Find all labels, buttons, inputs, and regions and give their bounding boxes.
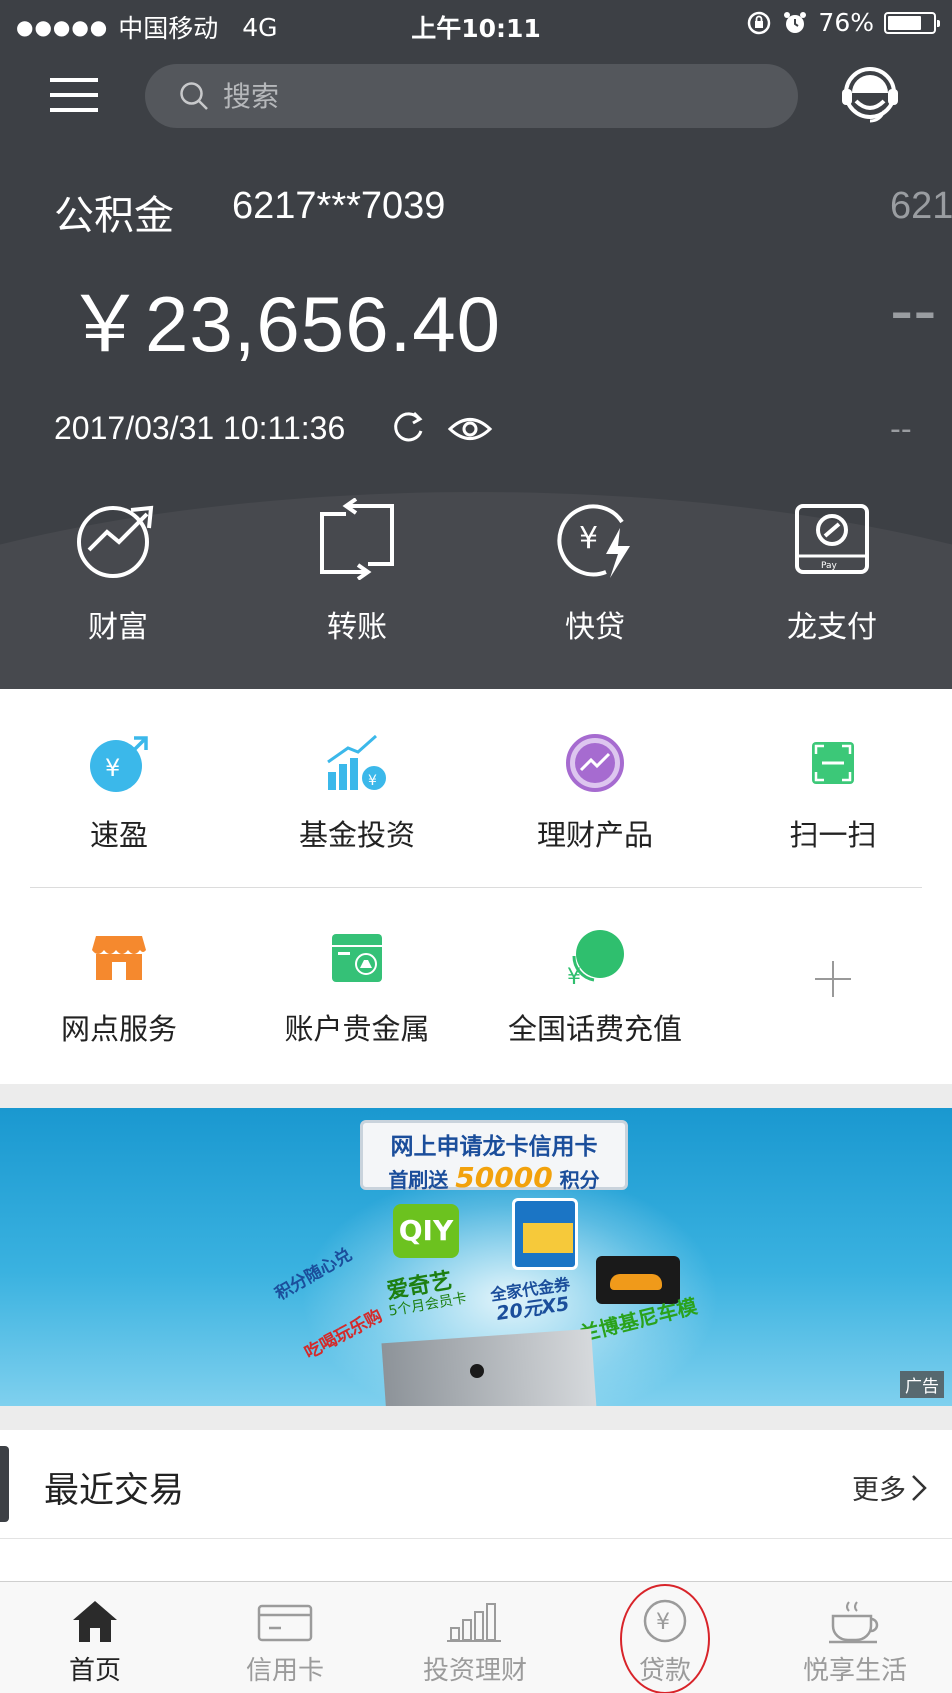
scan-icon	[812, 742, 854, 784]
recent-transactions-header: 最近交易 更多	[0, 1430, 952, 1538]
alarm-icon	[784, 11, 807, 33]
quick-action-long-pay[interactable]: Pay 龙支付	[732, 498, 932, 646]
service-suying[interactable]: ¥ 速盈	[0, 732, 238, 854]
search-bar[interactable]	[145, 64, 798, 128]
banner-subtitle: 首刷送 50000 积分	[363, 1161, 625, 1194]
home-icon	[73, 1601, 117, 1642]
precious-metal-icon	[332, 934, 382, 982]
service-fund[interactable]: ¥ 基金投资	[238, 732, 476, 854]
banner-sub-prefix: 首刷送	[388, 1168, 449, 1192]
banner-sub-suffix: 积分	[559, 1168, 600, 1192]
banner-signboard: 网上申请龙卡信用卡 首刷送 50000 积分	[360, 1120, 628, 1194]
account-balance: ￥23,656.40	[66, 280, 502, 368]
account-type: 公积金	[54, 193, 174, 239]
quick-action-quick-loan[interactable]: ¥ 快贷	[495, 498, 695, 646]
tab-investment[interactable]: 投资理财	[380, 1598, 570, 1687]
tab-bar: 首页 信用卡 投资理财 ¥ 贷款 悦享生活	[0, 1581, 952, 1693]
credit-card-stack-image	[381, 1328, 597, 1406]
banner-points: 50000	[455, 1161, 553, 1194]
orientation-lock-icon	[748, 11, 771, 34]
account-number: 6217***7039	[232, 185, 446, 227]
ad-tag: 广告	[900, 1371, 944, 1398]
branch-icon	[92, 936, 146, 980]
quick-action-label: 龙支付	[787, 610, 877, 645]
transfer-icon	[320, 498, 394, 580]
service-precious-metal[interactable]: 账户贵金属	[238, 926, 476, 1048]
add-icon	[815, 961, 851, 997]
more-link[interactable]: 更多	[852, 1468, 928, 1507]
quick-action-wealth[interactable]: 财富	[18, 498, 218, 646]
service-grid: ¥ 速盈 ¥ 基金投资 理财产品 扫一扫 网点服务 账户贵金属 ¥ 全国话费充值	[0, 689, 952, 1084]
svg-text:¥: ¥	[368, 773, 377, 789]
eye-icon[interactable]	[447, 412, 493, 446]
quick-action-label: 转账	[327, 610, 387, 645]
tab-lifestyle[interactable]: 悦享生活	[760, 1598, 950, 1687]
refresh-icon[interactable]	[389, 409, 427, 447]
svg-text:¥: ¥	[105, 754, 120, 782]
battery-level	[888, 15, 922, 30]
service-label: 全国话费充值	[507, 1012, 682, 1046]
chevron-right-icon	[912, 1474, 927, 1501]
iqiyi-logo: QIY	[393, 1204, 459, 1258]
menu-icon[interactable]	[50, 78, 98, 112]
search-input[interactable]	[223, 79, 743, 113]
phone-topup-icon: ¥	[567, 930, 624, 988]
service-scan[interactable]: 扫一扫	[714, 732, 952, 854]
annotation-circle	[620, 1584, 710, 1693]
wealth-icon	[77, 505, 154, 578]
service-label: 速盈	[89, 818, 148, 852]
service-label: 基金投资	[298, 818, 415, 852]
customer-service-icon[interactable]	[838, 63, 902, 127]
battery-percent: 76%	[818, 8, 874, 37]
next-account-balance: --	[890, 271, 937, 349]
service-label: 理财产品	[536, 818, 653, 852]
quick-action-label: 财富	[88, 610, 148, 645]
next-balance-timestamp: --	[890, 412, 912, 447]
banner-title: 网上申请龙卡信用卡	[390, 1134, 598, 1160]
tab-label: 信用卡	[245, 1656, 324, 1686]
wealth-product-icon	[566, 734, 624, 792]
tab-label: 悦享生活	[802, 1656, 907, 1686]
more-label: 更多	[852, 1475, 906, 1506]
familymart-card-image	[512, 1198, 578, 1270]
service-wealth-product[interactable]: 理财产品	[476, 732, 714, 854]
suying-icon: ¥	[90, 736, 148, 792]
quick-loan-icon: ¥	[557, 504, 630, 578]
search-icon	[180, 82, 208, 110]
investment-icon	[447, 1603, 501, 1642]
service-label: 账户贵金属	[284, 1012, 430, 1046]
credit-card-icon	[257, 1604, 313, 1642]
service-branch[interactable]: 网点服务	[0, 926, 238, 1048]
recent-transactions-list	[0, 1538, 952, 1582]
service-add-more[interactable]	[714, 959, 952, 1017]
quick-action-label: 快贷	[565, 610, 625, 645]
next-account-number[interactable]: 621	[890, 185, 952, 228]
tab-label: 投资理财	[422, 1656, 527, 1686]
lifestyle-icon	[829, 1601, 879, 1644]
svg-text:Pay: Pay	[821, 561, 838, 571]
promo-banner[interactable]: 网上申请龙卡信用卡 首刷送 50000 积分 QIY 爱奇艺 5个月会员卡 全家…	[0, 1108, 952, 1406]
battery-icon	[884, 11, 940, 34]
tab-credit-card[interactable]: 信用卡	[190, 1598, 380, 1687]
service-label: 网点服务	[60, 1012, 177, 1046]
section-accent-bar	[0, 1446, 9, 1522]
recent-transactions-title: 最近交易	[44, 1471, 185, 1511]
tab-home[interactable]: 首页	[0, 1598, 190, 1687]
svg-text:¥: ¥	[579, 521, 598, 556]
fund-icon: ¥	[327, 734, 388, 792]
banner-page-indicator[interactable]	[470, 1364, 484, 1378]
tab-label: 首页	[68, 1656, 121, 1686]
quick-action-transfer[interactable]: 转账	[257, 498, 457, 646]
svg-text:¥: ¥	[567, 965, 581, 988]
grid-divider	[30, 887, 922, 888]
service-phone-topup[interactable]: ¥ 全国话费充值	[476, 926, 714, 1048]
service-label: 扫一扫	[789, 818, 877, 852]
balance-timestamp: 2017/03/31 10:11:36	[54, 410, 346, 446]
account-header: ●●●●● 中国移动 4G 上午10:11 76% 公积金 6217***703…	[0, 0, 952, 689]
long-pay-icon: Pay	[795, 504, 869, 574]
status-bar: ●●●●● 中国移动 4G 上午10:11 76%	[0, 0, 952, 48]
